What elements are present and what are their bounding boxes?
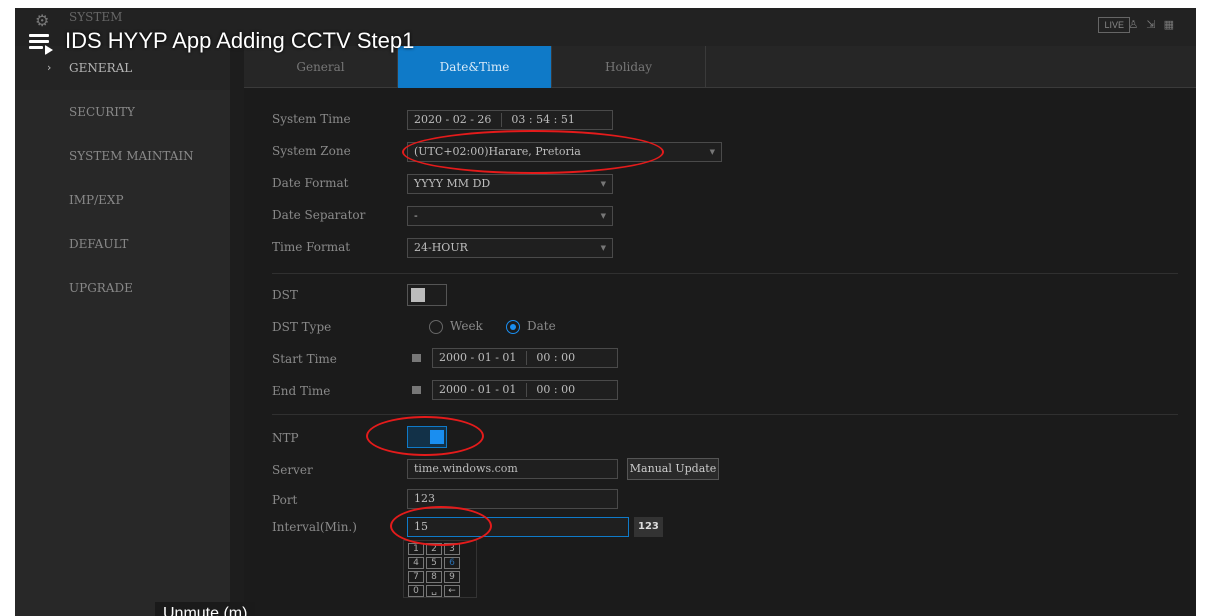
tab-holiday[interactable]: Holiday — [552, 46, 706, 88]
date-separator-value: - — [414, 209, 418, 222]
grid-icon[interactable]: ▦ — [1164, 18, 1182, 31]
port-label: Port — [272, 493, 298, 507]
start-time-label: Start Time — [272, 352, 337, 366]
video-title: IDS HYYP App Adding CCTV Step1 — [65, 28, 415, 53]
sidebar-item-default[interactable]: DEFAULT — [15, 222, 230, 266]
sidebar-item-security[interactable]: SECURITY — [15, 90, 230, 134]
annotation-ellipse-zone — [402, 130, 664, 174]
calendar-icon[interactable] — [412, 386, 421, 394]
top-icons: ♙⇲▦ — [1129, 18, 1183, 31]
system-label: SYSTEM — [69, 10, 123, 24]
end-time-label: End Time — [272, 384, 331, 398]
playlist-icon[interactable] — [29, 34, 53, 55]
toggle-knob — [411, 288, 425, 302]
dvr-screen: ⚙ SYSTEM LIVE ♙⇲▦ IDS HYYP App Adding CC… — [15, 8, 1196, 616]
sidebar-item-label: IMP/EXP — [69, 193, 124, 207]
system-zone-label: System Zone — [272, 144, 351, 158]
logout-icon[interactable]: ⇲ — [1146, 18, 1163, 31]
date-separator-select[interactable]: - ▼ — [407, 206, 613, 226]
sidebar-item-imp-exp[interactable]: IMP/EXP — [15, 178, 230, 222]
dropdown-arrow-icon: ▼ — [600, 180, 606, 188]
space-key-icon[interactable]: ␣ — [426, 585, 442, 597]
tab-date-time[interactable]: Date&Time — [398, 46, 552, 88]
key-5[interactable]: 5 — [426, 557, 442, 569]
annotation-ellipse-interval — [390, 506, 492, 546]
sidebar-item-label: UPGRADE — [69, 281, 133, 295]
dropdown-arrow-icon: ▼ — [709, 148, 715, 156]
ntp-label: NTP — [272, 431, 299, 445]
sidebar-item-label: SYSTEM MAINTAIN — [69, 149, 194, 163]
key-8[interactable]: 8 — [426, 571, 442, 583]
date-format-select[interactable]: YYYY MM DD ▼ — [407, 174, 613, 194]
key-7[interactable]: 7 — [408, 571, 424, 583]
key-6[interactable]: 6 — [444, 557, 460, 569]
end-time-clock: 00 : 00 — [536, 383, 576, 396]
dst-type-week-radio[interactable] — [429, 320, 443, 334]
key-1[interactable]: 1 — [408, 543, 424, 555]
sidebar-item-upgrade[interactable]: UPGRADE — [15, 266, 230, 310]
sidebar-item-label: GENERAL — [69, 61, 133, 75]
sidebar-item-system-maintain[interactable]: SYSTEM MAINTAIN — [15, 134, 230, 178]
live-button[interactable]: LIVE — [1098, 17, 1130, 33]
calendar-icon[interactable] — [412, 354, 421, 362]
divider — [272, 414, 1178, 415]
dst-type-week-label: Week — [450, 319, 483, 333]
sidebar: › GENERAL SECURITY SYSTEM MAINTAIN IMP/E… — [15, 46, 230, 616]
dst-label: DST — [272, 288, 298, 302]
end-time-field[interactable]: 2000 - 01 - 01 00 : 00 — [432, 380, 618, 400]
divider — [272, 273, 1178, 274]
date-format-value: YYYY MM DD — [414, 177, 491, 190]
keyboard-mode-tag[interactable]: 123 — [634, 517, 663, 537]
dst-toggle[interactable] — [407, 284, 447, 306]
key-0[interactable]: 0 — [408, 585, 424, 597]
dropdown-arrow-icon: ▼ — [600, 244, 606, 252]
server-label: Server — [272, 463, 313, 477]
key-9[interactable]: 9 — [444, 571, 460, 583]
date-separator-label: Date Separator — [272, 208, 366, 222]
system-time-field[interactable]: 2020 - 02 - 26 03 : 54 : 51 — [407, 110, 613, 130]
key-4[interactable]: 4 — [408, 557, 424, 569]
system-time-date: 2020 - 02 - 26 — [414, 113, 492, 126]
video-frame: ⚙ SYSTEM LIVE ♙⇲▦ IDS HYYP App Adding CC… — [0, 0, 1210, 616]
dst-type-date-radio[interactable] — [506, 320, 520, 334]
time-format-select[interactable]: 24-HOUR ▼ — [407, 238, 613, 258]
system-time-label: System Time — [272, 112, 351, 126]
end-time-date: 2000 - 01 - 01 — [439, 383, 517, 396]
dropdown-arrow-icon: ▼ — [600, 212, 606, 220]
interval-label: Interval(Min.) — [272, 520, 357, 534]
user-icon[interactable]: ♙ — [1129, 18, 1147, 31]
annotation-ellipse-ntp — [366, 416, 484, 456]
start-time-field[interactable]: 2000 - 01 - 01 00 : 00 — [432, 348, 618, 368]
server-input[interactable]: time.windows.com — [407, 459, 618, 479]
backspace-key-icon[interactable]: ← — [444, 585, 460, 597]
sidebar-item-label: DEFAULT — [69, 237, 129, 251]
start-time-date: 2000 - 01 - 01 — [439, 351, 517, 364]
unmute-tooltip: Unmute (m) — [155, 602, 256, 616]
time-format-value: 24-HOUR — [414, 241, 468, 254]
dst-type-label: DST Type — [272, 320, 332, 334]
start-time-clock: 00 : 00 — [536, 351, 576, 364]
dst-type-date-label: Date — [527, 319, 556, 333]
numeric-keypad: 1 2 3 4 5 6 7 8 9 0 ␣ ← — [403, 540, 477, 598]
sidebar-item-label: SECURITY — [69, 105, 135, 119]
settings-panel: System Time 2020 - 02 - 26 03 : 54 : 51 … — [244, 88, 1196, 616]
manual-update-button[interactable]: Manual Update — [627, 458, 719, 480]
time-format-label: Time Format — [272, 240, 351, 254]
gear-icon: ⚙ — [35, 11, 50, 30]
system-time-clock: 03 : 54 : 51 — [511, 113, 575, 126]
date-format-label: Date Format — [272, 176, 349, 190]
